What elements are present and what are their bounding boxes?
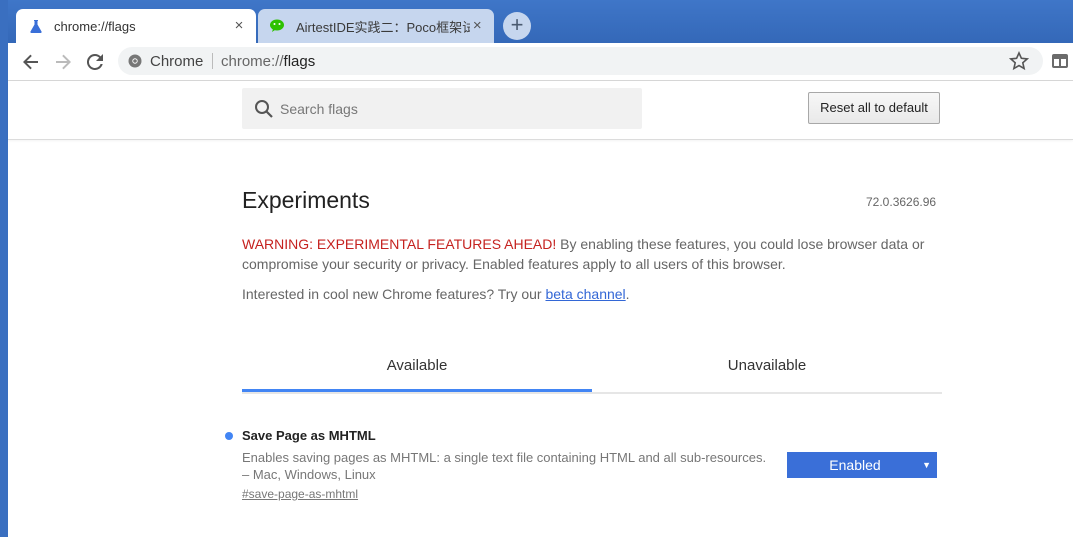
back-arrow-icon	[23, 54, 38, 70]
tab-airtest-article[interactable]: AirtestIDE实践二：Poco框架试用 ×	[258, 9, 494, 43]
chrome-logo-icon	[128, 54, 142, 68]
browser-toolbar: Chrome chrome://flags	[8, 43, 1073, 81]
browser-title-bar: chrome://flags × AirtestIDE实践二：Poco框架试用 …	[0, 0, 1073, 43]
reload-button[interactable]	[84, 51, 106, 73]
tab-chrome-flags[interactable]: chrome://flags ×	[16, 9, 256, 43]
experiment-state-select[interactable]: Enabled ▼	[787, 452, 937, 478]
search-container[interactable]	[242, 88, 642, 129]
page-title: Experiments	[242, 187, 370, 213]
omnibox-divider	[212, 53, 213, 69]
forward-arrow-icon	[56, 54, 71, 70]
experiment-platforms: – Mac, Windows, Linux	[242, 467, 376, 482]
back-button[interactable]	[20, 51, 42, 73]
bookmark-star-icon[interactable]	[1009, 51, 1029, 71]
beta-channel-link[interactable]: beta channel	[545, 286, 625, 302]
experiment-name: Save Page as MHTML	[242, 428, 376, 443]
interest-body: Interested in cool new Chrome features? …	[242, 286, 546, 302]
flask-icon	[28, 18, 44, 34]
modified-indicator-dot	[225, 432, 233, 440]
close-tab-icon[interactable]: ×	[232, 18, 246, 33]
version-label: 72.0.3626.96	[866, 195, 937, 209]
interest-text: Interested in cool new Chrome features? …	[242, 286, 630, 302]
window-edge	[0, 0, 8, 537]
reload-icon	[87, 54, 103, 70]
address-bar[interactable]: Chrome chrome://flags	[118, 47, 1043, 75]
tab-available[interactable]: Available	[242, 344, 592, 392]
experiment-permalink[interactable]: #save-page-as-mhtml	[242, 487, 358, 501]
search-input[interactable]	[278, 97, 632, 121]
forward-button[interactable]	[52, 51, 74, 73]
tab-title: chrome://flags	[54, 18, 136, 34]
dropdown-arrow-icon: ▼	[922, 460, 931, 470]
experiment-description: Enables saving pages as MHTML: a single …	[242, 450, 767, 465]
flags-tab-bar: Available Unavailable	[242, 344, 942, 394]
url-text[interactable]: chrome://flags	[221, 53, 315, 70]
reset-all-button[interactable]: Reset all to default	[808, 92, 940, 124]
search-icon	[255, 100, 273, 118]
extension-icon[interactable]	[1051, 52, 1069, 70]
selected-value: Enabled	[829, 457, 881, 473]
warning-text: WARNING: EXPERIMENTAL FEATURES AHEAD! By…	[242, 234, 942, 274]
tab-unavailable[interactable]: Unavailable	[592, 344, 942, 390]
new-tab-button[interactable]: +	[503, 12, 531, 40]
flags-header: Reset all to default	[8, 81, 1073, 140]
interest-end: .	[625, 286, 630, 302]
warning-label: WARNING: EXPERIMENTAL FEATURES AHEAD!	[242, 236, 557, 252]
site-label: Chrome	[150, 53, 204, 70]
tab-title: AirtestIDE实践二：Poco框架试用	[296, 19, 471, 35]
wechat-icon	[270, 18, 286, 34]
close-tab-icon[interactable]: ×	[470, 18, 484, 33]
